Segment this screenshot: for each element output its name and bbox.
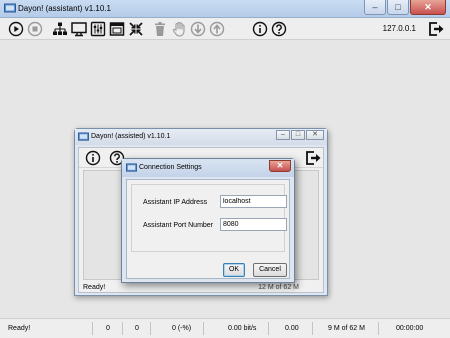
ip-address-label: Assistant IP Address — [143, 199, 208, 206]
dialog-title: Connection Settings — [139, 164, 202, 171]
download-icon[interactable] — [190, 21, 206, 37]
port-number-label: Assistant Port Number — [143, 222, 214, 229]
status-value: 0.00 — [285, 325, 299, 332]
network-icon[interactable] — [52, 21, 68, 37]
close-icon: ✕ — [312, 131, 318, 138]
connection-settings-dialog: Connection Settings ✕ Assistant IP Addre… — [121, 158, 295, 283]
dialog-close-button[interactable]: ✕ — [269, 160, 291, 172]
maximize-icon: □ — [395, 2, 401, 12]
window-title: Dayon! (assistant) v1.10.1 — [18, 4, 111, 13]
app-icon — [4, 3, 16, 13]
cancel-button[interactable]: Cancel — [253, 263, 287, 277]
status-text: Ready! — [8, 325, 31, 332]
info-icon[interactable] — [85, 150, 101, 166]
monitor-icon[interactable] — [71, 21, 87, 37]
status-separator — [150, 322, 151, 335]
toolbar: 127.0.0.1 — [0, 18, 450, 40]
main-titlebar[interactable]: Dayon! (assistant) v1.10.1 – □ ✕ — [0, 0, 450, 18]
assisted-status: Ready! — [83, 284, 106, 291]
fullscreen-icon[interactable] — [128, 21, 144, 37]
app-icon — [126, 163, 137, 172]
status-bitrate: 0.00 bit/s — [228, 325, 257, 332]
status-separator — [203, 322, 204, 335]
status-time: 00:00:00 — [396, 325, 424, 332]
assisted-window-controls: – □ ✕ — [275, 130, 324, 140]
settings-icon[interactable] — [90, 21, 106, 37]
minimize-icon: – — [372, 2, 378, 12]
hand-icon[interactable] — [171, 21, 187, 37]
dialog-panel: Assistant IP Address Assistant Port Numb… — [131, 184, 287, 252]
dialog-titlebar[interactable]: Connection Settings ✕ — [122, 159, 294, 177]
info-icon[interactable] — [252, 21, 268, 37]
exit-icon[interactable] — [305, 150, 321, 166]
upload-icon[interactable] — [209, 21, 225, 37]
assisted-memory: 12 M of 62 M — [258, 284, 299, 291]
play-icon[interactable] — [8, 21, 24, 37]
status-memory: 9 M of 62 M — [328, 325, 365, 332]
close-button[interactable]: ✕ — [410, 0, 446, 15]
status-percent: 0 (-%) — [172, 325, 192, 332]
window-controls: – □ ✕ — [363, 0, 446, 16]
maximize-icon: □ — [295, 131, 301, 138]
status-counter-1: 0 — [106, 325, 110, 332]
status-counter-2: 0 — [135, 325, 139, 332]
exit-icon[interactable] — [428, 21, 444, 37]
help-icon[interactable] — [271, 21, 287, 37]
minimize-icon: – — [281, 131, 285, 138]
app-icon — [78, 132, 89, 141]
assisted-titlebar[interactable]: Dayon! (assisted) v1.10.1 – □ ✕ — [75, 129, 327, 145]
assisted-title: Dayon! (assisted) v1.10.1 — [91, 133, 171, 140]
close-icon: ✕ — [424, 2, 432, 12]
statusbar: Ready! 0 0 0 (-%) 0.00 bit/s 0.00 9 M of… — [0, 318, 450, 338]
maximize-button[interactable]: □ — [387, 0, 409, 15]
ip-address-label: 127.0.0.1 — [382, 24, 416, 33]
status-separator — [268, 322, 269, 335]
trash-icon[interactable] — [152, 21, 168, 37]
port-number-input[interactable] — [220, 218, 287, 231]
dialog-body: Assistant IP Address Assistant Port Numb… — [126, 179, 290, 279]
window-icon[interactable] — [109, 21, 125, 37]
minimize-button[interactable]: – — [364, 0, 386, 15]
ok-button[interactable]: OK — [223, 263, 245, 277]
stop-icon[interactable] — [27, 21, 43, 37]
assisted-close-button[interactable]: ✕ — [306, 130, 324, 140]
assisted-maximize-button[interactable]: □ — [291, 130, 305, 140]
status-separator — [122, 322, 123, 335]
status-separator — [92, 322, 93, 335]
status-separator — [312, 322, 313, 335]
ip-address-input[interactable] — [220, 195, 287, 208]
status-separator — [378, 322, 379, 335]
close-icon: ✕ — [276, 161, 284, 170]
assisted-minimize-button[interactable]: – — [276, 130, 290, 140]
